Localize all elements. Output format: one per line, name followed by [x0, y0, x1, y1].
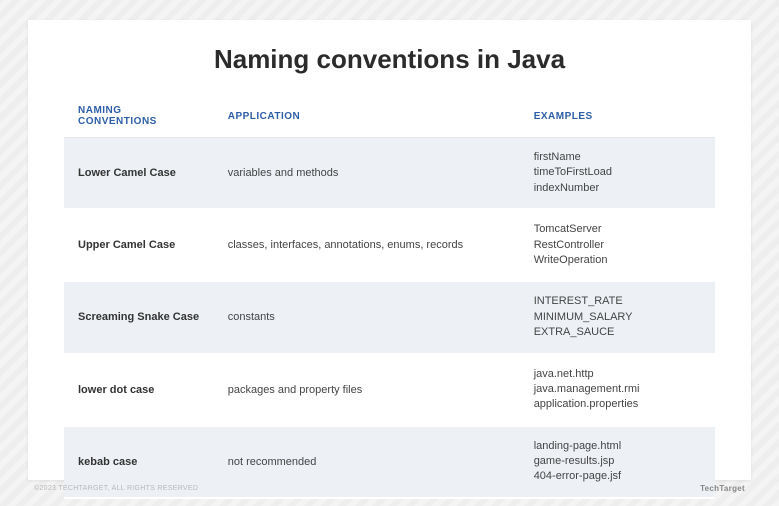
convention-name: Upper Camel Case [64, 209, 214, 281]
table-header-row: NAMING CONVENTIONS APPLICATION EXAMPLES [64, 95, 715, 138]
convention-examples: java.net.http java.management.rmi applic… [520, 354, 715, 426]
convention-examples: TomcatServer RestController WriteOperati… [520, 209, 715, 281]
footer-copyright: ©2023 TECHTARGET, ALL RIGHTS RESERVED [34, 485, 198, 492]
convention-name: Screaming Snake Case [64, 281, 214, 353]
convention-name: Lower Camel Case [64, 138, 214, 210]
convention-application: classes, interfaces, annotations, enums,… [214, 209, 520, 281]
col-header-examples: EXAMPLES [520, 95, 715, 138]
footer-brand: TechTarget [700, 484, 745, 493]
convention-application: constants [214, 281, 520, 353]
table-row: Screaming Snake Case constants INTEREST_… [64, 281, 715, 353]
convention-name: lower dot case [64, 354, 214, 426]
table-row: lower dot case packages and property fil… [64, 354, 715, 426]
table-row: Upper Camel Case classes, interfaces, an… [64, 209, 715, 281]
conventions-table: NAMING CONVENTIONS APPLICATION EXAMPLES … [64, 95, 715, 499]
page-title: Naming conventions in Java [64, 44, 715, 75]
col-header-naming: NAMING CONVENTIONS [64, 95, 214, 138]
table-row: Lower Camel Case variables and methods f… [64, 138, 715, 210]
content-card: Naming conventions in Java NAMING CONVEN… [28, 20, 751, 480]
page-footer: ©2023 TECHTARGET, ALL RIGHTS RESERVED Te… [28, 480, 751, 493]
convention-application: packages and property files [214, 354, 520, 426]
col-header-application: APPLICATION [214, 95, 520, 138]
convention-examples: firstName timeToFirstLoad indexNumber [520, 138, 715, 210]
convention-application: variables and methods [214, 138, 520, 210]
convention-examples: INTEREST_RATE MINIMUM_SALARY EXTRA_SAUCE [520, 281, 715, 353]
